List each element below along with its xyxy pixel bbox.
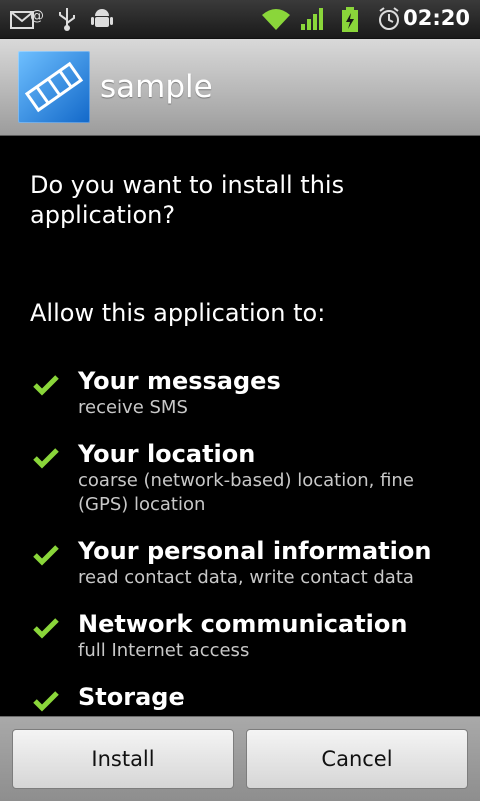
permissions-heading: Allow this application to: <box>30 299 326 327</box>
android-debug-icon <box>90 6 114 36</box>
status-time: 02:20 <box>403 6 470 30</box>
permission-description: read contact data, write contact data <box>78 567 414 588</box>
install-button[interactable]: Install <box>12 729 234 789</box>
signal-icon <box>300 6 328 36</box>
permission-title: Storage <box>78 683 185 711</box>
permission-title: Network communication <box>78 610 408 638</box>
svg-text:@: @ <box>30 8 44 24</box>
cancel-button[interactable]: Cancel <box>246 729 468 789</box>
check-icon <box>32 690 60 716</box>
permission-title: Your location <box>78 440 256 468</box>
usb-icon <box>56 6 78 36</box>
check-icon <box>32 374 60 400</box>
permission-description: coarse (network-based) location, fine (G… <box>78 470 414 515</box>
permissions-content[interactable]: Do you want to install this application?… <box>0 136 480 716</box>
app-title: sample <box>100 69 213 105</box>
alarm-icon <box>376 6 402 36</box>
check-icon <box>32 617 60 643</box>
permission-title: Your personal information <box>78 537 432 565</box>
filmstrip-icon <box>18 51 90 123</box>
mail-icon: @ <box>10 6 46 36</box>
install-question: Do you want to install this application? <box>30 171 345 229</box>
permission-title: Your messages <box>78 367 281 395</box>
button-bar: Install Cancel <box>0 716 480 801</box>
check-icon <box>32 447 60 473</box>
wifi-icon <box>260 6 292 36</box>
permission-description: full Internet access <box>78 640 250 661</box>
app-header: sample <box>0 39 480 136</box>
battery-charging-icon <box>340 6 360 38</box>
permission-description: receive SMS <box>78 397 188 418</box>
check-icon <box>32 544 60 570</box>
status-bar: @ 02:20 <box>0 0 480 39</box>
